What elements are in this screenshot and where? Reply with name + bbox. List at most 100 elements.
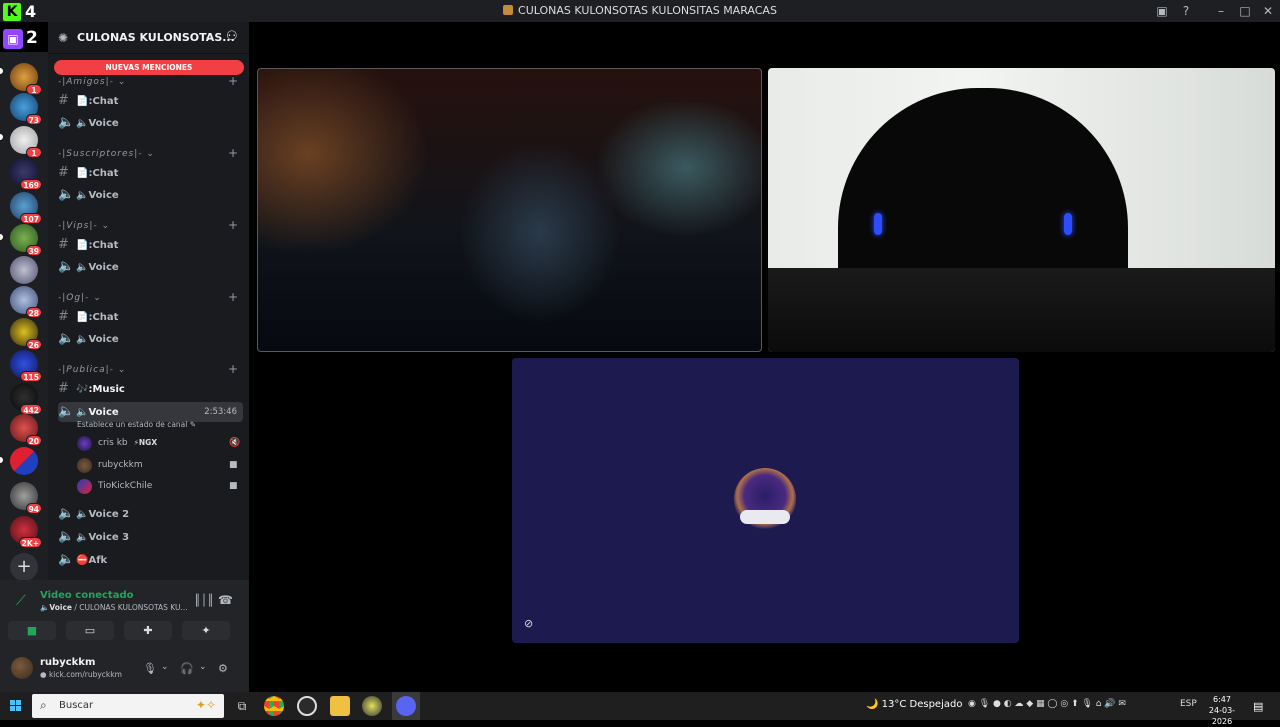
channel-voice-3[interactable]: 🔈 🔈Voice 3 bbox=[58, 527, 243, 547]
microphone-icon[interactable]: 🎙 bbox=[143, 662, 157, 675]
maximize-button[interactable]: □ bbox=[1237, 3, 1253, 19]
avatar[interactable] bbox=[11, 657, 33, 679]
channel-amigos-chat[interactable]: # 📄:Chat bbox=[58, 91, 243, 111]
settings-gear-icon[interactable]: ⚙ bbox=[218, 662, 228, 675]
channel-vips-voice[interactable]: 🔈 🔈Voice bbox=[58, 257, 243, 277]
server-icon-1[interactable]: 1 bbox=[10, 63, 42, 95]
server-header[interactable]: ✺ CULONAS KULONSOTAS... ⌄ ⚇ bbox=[48, 22, 249, 54]
participant-video-background bbox=[768, 268, 1275, 352]
channel-voice-active[interactable]: 🔈 🔈Voice 2:53:46 bbox=[58, 402, 243, 422]
clock[interactable]: 6:47 24-03-2026 bbox=[1200, 694, 1244, 727]
channel-amigos-voice[interactable]: 🔈 🔈Voice bbox=[58, 113, 243, 133]
video-stage: ⊘ bbox=[249, 22, 1280, 692]
headphone-light bbox=[874, 213, 882, 235]
task-view-icon[interactable]: ⧉ bbox=[232, 696, 252, 716]
unread-badge: 94 bbox=[25, 503, 42, 514]
chevron-down-icon[interactable]: ⌄ bbox=[199, 662, 207, 672]
user-name[interactable]: rubyckkm bbox=[40, 657, 95, 668]
category-label: -|𝘚𝘶𝘴𝘤𝘳𝘪𝘱𝘵𝘰𝘳𝘦𝘴|- bbox=[58, 149, 143, 159]
start-button[interactable] bbox=[10, 700, 22, 712]
activities-button[interactable]: ✚ bbox=[124, 621, 172, 640]
set-channel-status[interactable]: Establece un estado de canal ✎ bbox=[77, 420, 196, 429]
video-tile[interactable] bbox=[257, 68, 762, 352]
notification-icon[interactable]: ▤ bbox=[1253, 700, 1263, 713]
channel-voice-2[interactable]: 🔈 🔈Voice 2 bbox=[58, 504, 243, 524]
minimize-button[interactable]: – bbox=[1213, 3, 1229, 19]
server-icon-11[interactable]: 442 bbox=[10, 383, 42, 415]
category-vips[interactable]: -|𝘝𝘪𝘱𝘴|- ⌄ bbox=[58, 221, 110, 231]
video-tile[interactable] bbox=[768, 68, 1275, 352]
server-icon-12[interactable]: 20 bbox=[10, 414, 42, 446]
search-placeholder: Buscar bbox=[59, 700, 94, 711]
server-icon-6[interactable]: 39 bbox=[10, 224, 42, 256]
server-icon-10[interactable]: 115 bbox=[10, 350, 42, 382]
server-icon-14[interactable]: 94 bbox=[10, 482, 42, 514]
text-channel-icon: # bbox=[58, 165, 69, 180]
create-channel-icon[interactable]: + bbox=[228, 362, 238, 376]
connection-status[interactable]: Video conectado bbox=[40, 590, 133, 601]
server-icon-7[interactable] bbox=[10, 256, 38, 284]
weather-widget[interactable]: 🌙 13°C Despejado bbox=[866, 699, 962, 710]
file-explorer-icon[interactable] bbox=[330, 696, 350, 716]
channel-music[interactable]: # 🎶:Music bbox=[58, 379, 243, 399]
tray-icons[interactable]: ◉ 🎙 ● ◐ ☁ ◆ ▦ ◯ ◎ ⬆ 🎙 ⌂ 🔊 ✉ bbox=[968, 699, 1126, 709]
channel-afk[interactable]: 🔈 ⛔Afk bbox=[58, 550, 243, 570]
server-icon-3[interactable]: 1 bbox=[10, 126, 42, 158]
new-mentions-pill[interactable]: NUEVAS MENCIONES bbox=[54, 60, 244, 75]
create-channel-icon[interactable]: + bbox=[228, 146, 238, 160]
create-channel-icon[interactable]: + bbox=[228, 290, 238, 304]
app-icon[interactable] bbox=[362, 696, 382, 716]
category-amigos[interactable]: -|𝘈𝘮𝘪𝘨𝘰𝘴|- ⌄ bbox=[58, 77, 126, 87]
channel-suscriptores-voice[interactable]: 🔈 🔈Voice bbox=[58, 185, 243, 205]
create-channel-icon[interactable]: + bbox=[228, 218, 238, 232]
server-icon-13[interactable] bbox=[10, 447, 38, 475]
add-server-icon[interactable]: + bbox=[10, 553, 38, 581]
headphones-icon[interactable]: 🎧 bbox=[180, 662, 194, 675]
discord-icon[interactable] bbox=[396, 696, 416, 716]
help-icon[interactable]: ? bbox=[1178, 3, 1194, 19]
category-label: -|𝘝𝘪𝘱𝘴|- bbox=[58, 221, 98, 231]
chrome-icon[interactable] bbox=[264, 696, 284, 716]
invite-people-icon[interactable]: ⚇ bbox=[226, 29, 238, 44]
screen-share-button[interactable]: ▭ bbox=[66, 621, 114, 640]
noise-suppression-icon[interactable]: ║│║ bbox=[194, 594, 214, 607]
server-icon-9[interactable]: 26 bbox=[10, 318, 42, 350]
server-icon-8[interactable]: 28 bbox=[10, 286, 42, 318]
avatar-tile[interactable]: ⊘ bbox=[512, 358, 1019, 643]
inbox-icon[interactable]: ▣ bbox=[1154, 3, 1170, 19]
category-publica[interactable]: -|𝘗𝘶𝘣𝘭𝘪𝘤𝘢|- ⌄ bbox=[58, 365, 126, 375]
category-label: -|𝘈𝘮𝘪𝘨𝘰𝘴|- bbox=[58, 77, 114, 87]
server-icon-2[interactable]: 73 bbox=[10, 93, 42, 125]
channel-suscriptores-chat[interactable]: # 📄:Chat bbox=[58, 163, 243, 183]
soundboard-button[interactable]: ✦ bbox=[182, 621, 230, 640]
close-button[interactable]: ✕ bbox=[1260, 3, 1276, 19]
language-indicator[interactable]: ESP bbox=[1180, 699, 1197, 709]
copilot-sparkle-icon: ✦✧ bbox=[195, 698, 216, 712]
title-bar: K 4 CULONAS KULONSOTAS KULONSITAS MARACA… bbox=[0, 0, 1280, 22]
clock-time: 6:47 bbox=[1213, 695, 1231, 704]
channel-og-voice[interactable]: 🔈 🔈Voice bbox=[58, 329, 243, 349]
connected-channel[interactable]: 🔈Voice / CULONAS KULONSOTAS KU... bbox=[40, 603, 188, 612]
create-channel-icon[interactable]: + bbox=[228, 74, 238, 88]
chevron-down-icon[interactable]: ⌄ bbox=[161, 662, 169, 672]
taskbar-search[interactable]: ⌕ Buscar ✦✧ bbox=[32, 694, 224, 718]
chevron-down-icon[interactable]: ⌄ bbox=[204, 30, 213, 43]
channel-label: Voice bbox=[88, 407, 119, 418]
voice-channel-icon: 🔈 bbox=[58, 404, 75, 419]
unread-badge: 73 bbox=[25, 114, 42, 125]
server-icon-5[interactable]: 107 bbox=[10, 192, 42, 224]
category-suscriptores[interactable]: -|𝘚𝘶𝘴𝘤𝘳𝘪𝘱𝘵𝘰𝘳𝘦𝘴|- ⌄ bbox=[58, 149, 155, 159]
unread-badge: 28 bbox=[25, 307, 42, 318]
channel-label: Voice bbox=[88, 190, 119, 201]
disconnect-icon[interactable]: ☎ bbox=[218, 593, 233, 607]
headphone-light bbox=[1064, 213, 1072, 235]
channel-og-chat[interactable]: # 📄:Chat bbox=[58, 307, 243, 327]
channel-vips-chat[interactable]: # 📄:Chat bbox=[58, 235, 243, 255]
category-og[interactable]: -|𝘖𝘨|- ⌄ bbox=[58, 293, 102, 303]
signal-icon[interactable]: ⟋ bbox=[16, 593, 26, 609]
server-icon-15[interactable]: 2K+ bbox=[10, 516, 42, 548]
unread-badge: 2K+ bbox=[18, 537, 42, 548]
obs-icon[interactable] bbox=[297, 696, 317, 716]
camera-button[interactable]: ■ bbox=[8, 621, 56, 640]
server-icon-4[interactable]: 169 bbox=[10, 158, 42, 190]
